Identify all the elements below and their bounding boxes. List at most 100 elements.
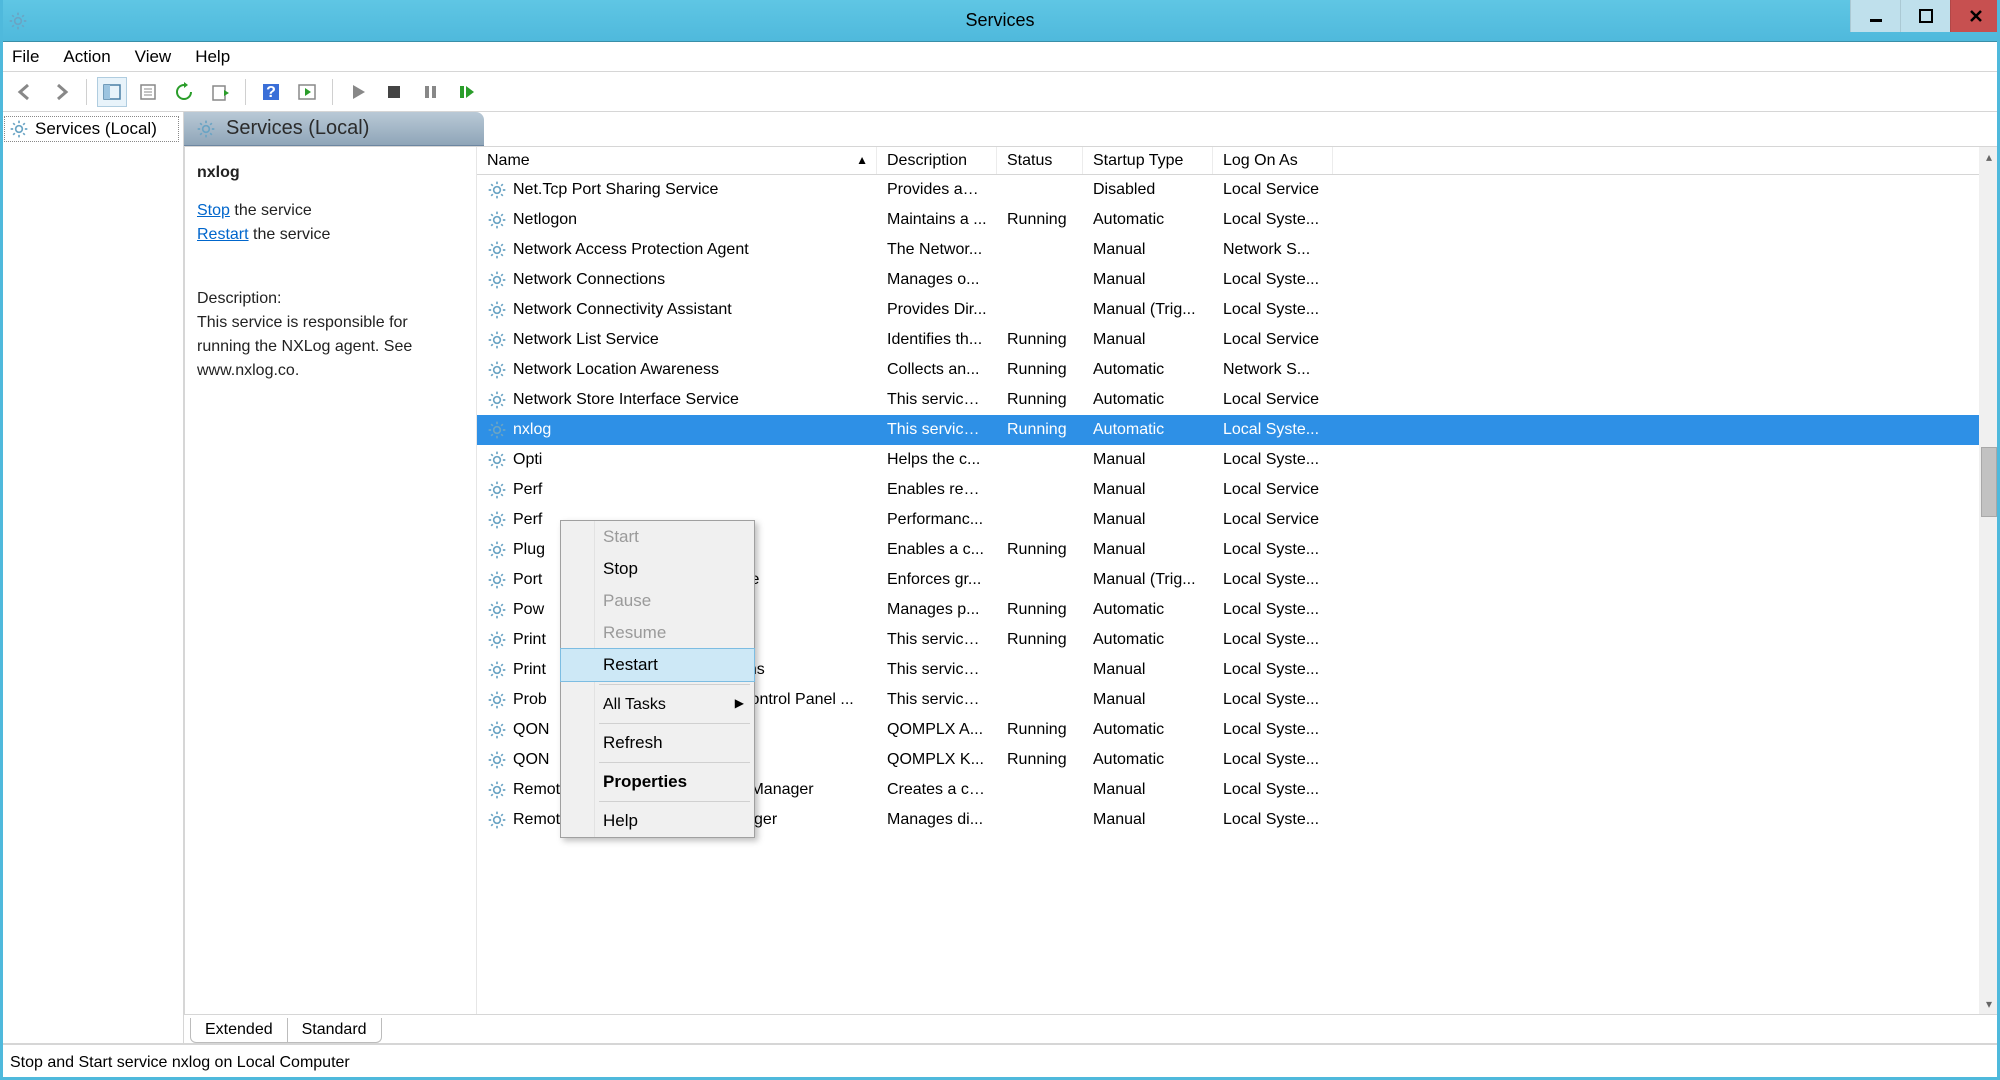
service-status: Running: [997, 211, 1083, 229]
stop-link[interactable]: Stop: [197, 202, 230, 219]
service-gear-icon: [487, 270, 507, 290]
tab-extended[interactable]: Extended: [190, 1018, 288, 1043]
service-startup: Manual: [1083, 481, 1213, 499]
services-gear-icon: [9, 119, 29, 139]
scroll-thumb[interactable]: [1981, 447, 1997, 517]
ctx-refresh[interactable]: Refresh: [561, 727, 754, 759]
table-row[interactable]: Network Store Interface Service This serv…: [477, 385, 1979, 415]
service-name-text: Perf: [513, 481, 542, 499]
col-startup-type[interactable]: Startup Type: [1083, 147, 1213, 174]
service-startup: Manual (Trig...: [1083, 301, 1213, 319]
ctx-restart[interactable]: Restart: [560, 648, 755, 682]
start-service-button[interactable]: [343, 77, 373, 107]
show-hide-tree-button[interactable]: [97, 77, 127, 107]
service-logon: Local Syste...: [1213, 301, 1333, 319]
service-logon: Local Syste...: [1213, 811, 1333, 829]
pause-service-button[interactable]: [415, 77, 445, 107]
ctx-stop[interactable]: Stop: [561, 553, 754, 585]
close-button[interactable]: [1950, 0, 2000, 32]
service-desc: This service ...: [877, 661, 997, 679]
scroll-up-icon[interactable]: ▴: [1979, 147, 1999, 167]
service-status: Running: [997, 331, 1083, 349]
refresh-button[interactable]: [169, 77, 199, 107]
description-heading: Description:: [197, 287, 464, 311]
service-desc: Provides abi...: [877, 181, 997, 199]
service-desc: The Networ...: [877, 241, 997, 259]
service-logon: Network S...: [1213, 241, 1333, 259]
ctx-all-tasks[interactable]: All Tasks▶: [561, 688, 754, 720]
table-row[interactable]: Net.Tcp Port Sharing ServiceProvides abi…: [477, 175, 1979, 205]
restart-link[interactable]: Restart: [197, 226, 249, 243]
service-logon: Local Syste...: [1213, 751, 1333, 769]
service-gear-icon: [487, 330, 507, 350]
service-desc: Provides Dir...: [877, 301, 997, 319]
service-status: Running: [997, 541, 1083, 559]
table-row[interactable]: Network Connectivity AssistantProvides D…: [477, 295, 1979, 325]
service-startup: Manual: [1083, 541, 1213, 559]
table-row[interactable]: Network ConnectionsManages o...ManualLoc…: [477, 265, 1979, 295]
col-name[interactable]: Name▲: [477, 147, 877, 174]
tab-standard[interactable]: Standard: [287, 1018, 382, 1043]
service-logon: Local Service: [1213, 331, 1333, 349]
service-status: Running: [997, 721, 1083, 739]
properties-button[interactable]: [133, 77, 163, 107]
menu-view[interactable]: View: [135, 47, 172, 67]
service-desc: Manages di...: [877, 811, 997, 829]
table-row[interactable]: Network Access Protection AgentThe Netwo…: [477, 235, 1979, 265]
col-status[interactable]: Status: [997, 147, 1083, 174]
service-logon: Local Syste...: [1213, 661, 1333, 679]
service-logon: Local Syste...: [1213, 781, 1333, 799]
ctx-help[interactable]: Help: [561, 805, 754, 837]
col-description[interactable]: Description: [877, 147, 997, 174]
maximize-button[interactable]: [1900, 0, 1950, 32]
vertical-scrollbar[interactable]: ▴ ▾: [1979, 147, 1999, 1014]
table-row[interactable]: Network Location AwarenessCollects an...…: [477, 355, 1979, 385]
help-button[interactable]: ?: [256, 77, 286, 107]
ctx-pause: Pause: [561, 585, 754, 617]
service-logon: Local Service: [1213, 391, 1333, 409]
service-gear-icon: [487, 570, 507, 590]
menu-file[interactable]: File: [12, 47, 39, 67]
service-desc: This service ...: [877, 391, 997, 409]
view-tabs: Extended Standard: [184, 1015, 381, 1043]
service-status: Running: [997, 601, 1083, 619]
status-text: Stop and Start service nxlog on Local Co…: [10, 1054, 350, 1072]
service-gear-icon: [487, 390, 507, 410]
forward-button[interactable]: [46, 77, 76, 107]
service-name-text: Opti: [513, 451, 542, 469]
service-desc: Enforces gr...: [877, 571, 997, 589]
menu-help[interactable]: Help: [195, 47, 230, 67]
tree-item-services-local[interactable]: Services (Local): [4, 116, 179, 142]
service-startup: Manual: [1083, 511, 1213, 529]
export-list-button[interactable]: [205, 77, 235, 107]
stop-service-button[interactable]: [379, 77, 409, 107]
table-row[interactable]: PerfEnables rem...ManualLocal Service: [477, 475, 1979, 505]
service-gear-icon: [487, 300, 507, 320]
service-startup: Automatic: [1083, 631, 1213, 649]
title-bar: Services: [0, 0, 2000, 42]
restart-service-button[interactable]: [451, 77, 481, 107]
table-row[interactable]: nxlogThis service ...RunningAutomaticLoc…: [477, 415, 1979, 445]
tree-item-label: Services (Local): [35, 119, 157, 139]
service-startup: Manual: [1083, 781, 1213, 799]
back-button[interactable]: [10, 77, 40, 107]
menu-action[interactable]: Action: [63, 47, 110, 67]
ctx-properties[interactable]: Properties: [561, 766, 754, 798]
selected-service-name: nxlog: [197, 161, 464, 185]
scroll-down-icon[interactable]: ▾: [1979, 994, 1999, 1014]
col-log-on-as[interactable]: Log On As: [1213, 147, 1333, 174]
service-gear-icon: [487, 450, 507, 470]
action-pane-button[interactable]: [292, 77, 322, 107]
service-name-text: Network List Service: [513, 331, 659, 349]
minimize-button[interactable]: [1850, 0, 1900, 32]
service-startup: Automatic: [1083, 421, 1213, 439]
table-row[interactable]: OptiHelps the c...ManualLocal Syste...: [477, 445, 1979, 475]
service-gear-icon: [487, 540, 507, 560]
header-label: Services (Local): [226, 117, 369, 140]
service-gear-icon: [487, 810, 507, 830]
table-row[interactable]: NetlogonMaintains a ...RunningAutomaticL…: [477, 205, 1979, 235]
sort-asc-icon: ▲: [856, 153, 868, 167]
service-name-text: Network Store Interface Service: [513, 391, 739, 409]
table-row[interactable]: Network List ServiceIdentifies th...Runn…: [477, 325, 1979, 355]
service-gear-icon: [487, 420, 507, 440]
